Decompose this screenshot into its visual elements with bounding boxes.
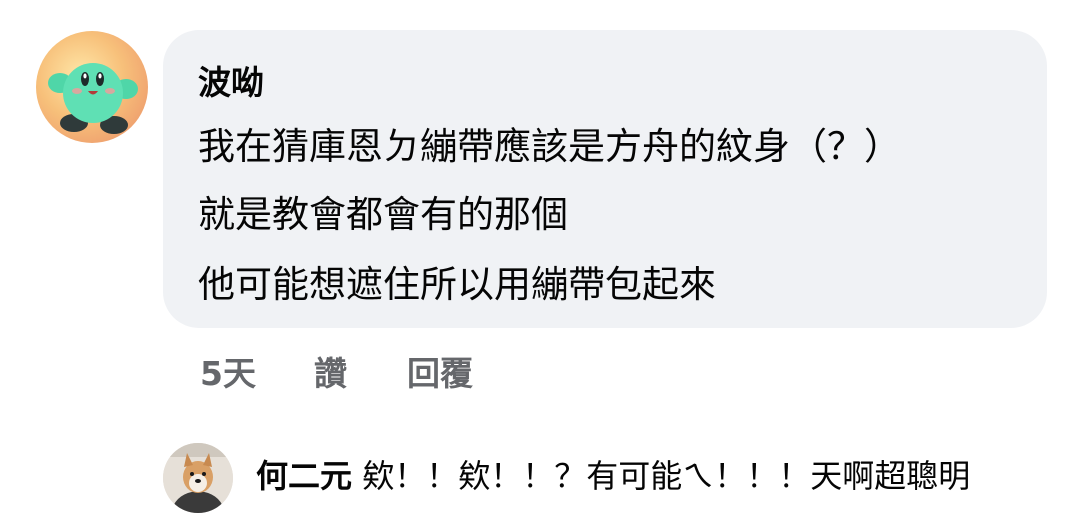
comment-text-line: 就是教會都會有的那個 (198, 193, 568, 236)
comment-timestamp[interactable]: 5天 (200, 350, 256, 398)
reply-avatar[interactable] (163, 443, 233, 513)
like-button[interactable]: 讚 (314, 350, 347, 398)
comment-text-line: 他可能想遮住所以用繃帶包起來 (198, 263, 716, 306)
comment-author[interactable]: 波呦 (198, 61, 264, 105)
reply-text: 欸！！欸！！？有可能ㄟ！！！天啊超聰明 (362, 457, 971, 495)
commenter-avatar[interactable] (36, 31, 148, 143)
reply-content: 何二元 欸！！欸！！？有可能ㄟ！！！天啊超聰明 (256, 452, 970, 500)
comment-actions: 5天 讚 回覆 (0, 350, 1079, 400)
kirby-icon (48, 63, 138, 134)
comment-text-line: 我在猜庫恩ㄉ繃帶應該是方舟的紋身（？） (198, 125, 901, 168)
reply-button[interactable]: 回覆 (407, 350, 473, 398)
reply-author[interactable]: 何二元 (256, 457, 352, 495)
dog-photo-icon (163, 443, 233, 513)
